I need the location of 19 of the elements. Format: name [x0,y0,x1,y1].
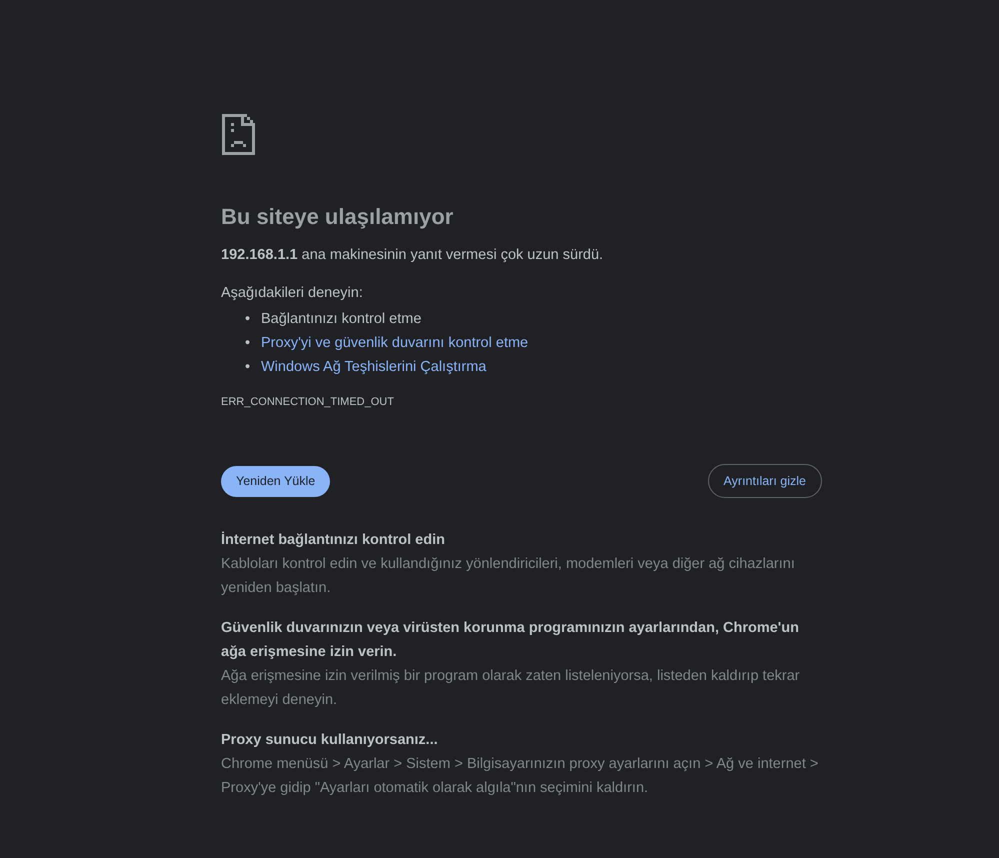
bullet: • [245,310,252,329]
bullet: • [245,334,252,353]
error-code: ERR_CONNECTION_TIMED_OUT [221,395,395,409]
details-title: İnternet bağlantınızı kontrol edin [221,530,446,550]
error-summary: 192.168.1.1 ana makinesinin yanıt vermesi çok uzun sürdü. [221,246,604,265]
suggestions-title: Aşağıdakileri deneyin: [221,284,364,303]
details-title: Güvenlik duvarınızın veya virüsten korunma programınızın ayarlarından, Chrome'un ağa erişmesine izin verin. [221,619,800,662]
details-text: Chrome menüsü > Ayarlar > Sistem > Bilgisayarınızın proxy ayarlarını açın > Ağ ve internet > Proxy'ye gidip "Ayarları otomatik olarak algıla"nın seçimini kaldırın. [221,755,820,798]
details-text: Ağa erişmesine izin verilmiş bir program olarak zaten listeleniyorsa, listeden kaldırıp tekrar eklemeyi deneyin. [221,667,801,710]
error-heading: Bu siteye ulaşılamıyor [221,203,454,231]
details-title: Proxy sunucu kullanıyorsanız... [221,731,439,750]
sad-document-icon [222,114,255,155]
reload-button[interactable]: Yeniden Yükle [221,466,330,496]
bullet: • [245,358,252,377]
suggestion-link[interactable]: Proxy'yi ve güvenlik duvarını kontrol etme [261,335,528,351]
hide-details-button[interactable]: Ayrıntıları gizle [708,464,822,498]
details-text: Kabloları kontrol edin ve kullandığınız yönlendiricileri, modemleri veya diğer ağ cihazlarını yeniden başlatın. [221,555,796,598]
suggestion-link[interactable]: Windows Ağ Teşhislerini Çalıştırma [261,359,486,375]
suggestion-text: Bağlantınızı kontrol etme [261,311,422,327]
